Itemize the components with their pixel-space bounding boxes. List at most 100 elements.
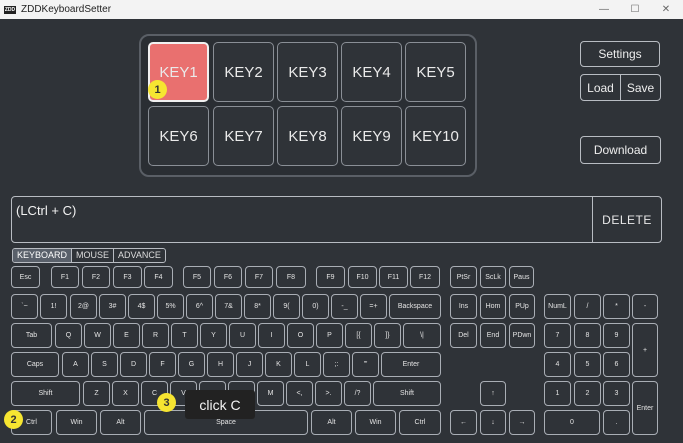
key-numpad-2[interactable]: 2 — [574, 381, 601, 406]
key-numpad-5[interactable]: 5 — [574, 352, 601, 377]
load-button[interactable]: Load — [580, 74, 621, 101]
key-backspace[interactable]: Backspace — [389, 294, 441, 319]
key-f[interactable]: F — [149, 352, 176, 377]
key-5[interactable]: 5% — [157, 294, 184, 319]
key-backslash[interactable]: \| — [403, 323, 441, 348]
key-x[interactable]: X — [112, 381, 139, 406]
settings-button[interactable]: Settings — [580, 41, 660, 67]
key-numpad-multiply[interactable]: * — [603, 294, 630, 319]
key-insert[interactable]: Ins — [450, 294, 477, 319]
key-arrow-down[interactable]: ↓ — [480, 410, 506, 435]
key-f12[interactable]: F12 — [410, 266, 440, 288]
key-delete[interactable]: Del — [450, 323, 477, 348]
key-enter[interactable]: Enter — [381, 352, 441, 377]
key-pause[interactable]: Paus — [509, 266, 534, 288]
key-right-bracket[interactable]: ]} — [374, 323, 401, 348]
key-f6[interactable]: F6 — [214, 266, 242, 288]
key-numpad-3[interactable]: 3 — [603, 381, 630, 406]
key-semicolon[interactable]: ;: — [323, 352, 350, 377]
key-left-alt[interactable]: Alt — [100, 410, 141, 435]
key-numpad-1[interactable]: 1 — [544, 381, 571, 406]
download-button[interactable]: Download — [580, 136, 661, 164]
macro-key-7[interactable]: KEY7 — [213, 106, 274, 166]
key-f5[interactable]: F5 — [183, 266, 211, 288]
key-9[interactable]: 9( — [273, 294, 300, 319]
macro-key-3[interactable]: KEY3 — [277, 42, 338, 102]
key-0[interactable]: 0) — [302, 294, 329, 319]
key-capslock[interactable]: Caps — [11, 352, 59, 377]
macro-key-2[interactable]: KEY2 — [213, 42, 274, 102]
key-f3[interactable]: F3 — [113, 266, 142, 288]
key-z[interactable]: Z — [83, 381, 110, 406]
key-arrow-right[interactable]: → — [509, 410, 535, 435]
key-right-ctrl[interactable]: Ctrl — [399, 410, 441, 435]
macro-key-4[interactable]: KEY4 — [341, 42, 402, 102]
key-a[interactable]: A — [62, 352, 89, 377]
key-left-bracket[interactable]: [{ — [345, 323, 372, 348]
key-numpad-9[interactable]: 9 — [603, 323, 630, 348]
key-arrow-up[interactable]: ↑ — [480, 381, 506, 406]
key-p[interactable]: P — [316, 323, 343, 348]
key-end[interactable]: End — [480, 323, 506, 348]
key-numpad-plus[interactable]: + — [632, 323, 658, 377]
key-3[interactable]: 3# — [99, 294, 126, 319]
key-j[interactable]: J — [236, 352, 263, 377]
key-right-win[interactable]: Win — [355, 410, 396, 435]
key-numpad-minus[interactable]: - — [632, 294, 658, 319]
key-scrolllock[interactable]: ScLk — [480, 266, 506, 288]
close-button[interactable]: ✕ — [653, 0, 679, 19]
key-2[interactable]: 2@ — [70, 294, 97, 319]
macro-key-9[interactable]: KEY9 — [341, 106, 402, 166]
key-d[interactable]: D — [120, 352, 147, 377]
key-o[interactable]: O — [287, 323, 314, 348]
key-w[interactable]: W — [84, 323, 111, 348]
key-h[interactable]: H — [207, 352, 234, 377]
macro-key-6[interactable]: KEY6 — [148, 106, 209, 166]
key-4[interactable]: 4$ — [128, 294, 155, 319]
key-m[interactable]: M — [257, 381, 284, 406]
key-numpad-8[interactable]: 8 — [574, 323, 601, 348]
key-7[interactable]: 7& — [215, 294, 242, 319]
delete-button[interactable]: DELETE — [592, 197, 661, 242]
key-quote[interactable]: '" — [352, 352, 379, 377]
key-u[interactable]: U — [229, 323, 256, 348]
key-f7[interactable]: F7 — [245, 266, 273, 288]
key-g[interactable]: G — [178, 352, 205, 377]
key-f11[interactable]: F11 — [379, 266, 408, 288]
key-equals[interactable]: =+ — [360, 294, 387, 319]
key-comma[interactable]: <, — [286, 381, 313, 406]
tab-advance[interactable]: ADVANCE — [114, 249, 165, 262]
key-esc[interactable]: Esc — [11, 266, 40, 288]
key-tab[interactable]: Tab — [11, 323, 52, 348]
key-f1[interactable]: F1 — [51, 266, 79, 288]
key-6[interactable]: 6^ — [186, 294, 213, 319]
key-pagedown[interactable]: PDwn — [509, 323, 535, 348]
minimize-button[interactable]: — — [591, 0, 617, 19]
maximize-button[interactable]: ☐ — [622, 0, 648, 19]
key-backtick[interactable]: `~ — [11, 294, 38, 319]
key-t[interactable]: T — [171, 323, 198, 348]
key-right-alt[interactable]: Alt — [311, 410, 352, 435]
key-home[interactable]: Hom — [480, 294, 506, 319]
key-minus[interactable]: -_ — [331, 294, 358, 319]
key-numpad-0[interactable]: 0 — [544, 410, 600, 435]
key-numpad-divide[interactable]: / — [574, 294, 601, 319]
key-1[interactable]: 1! — [40, 294, 67, 319]
key-l[interactable]: L — [294, 352, 321, 377]
key-f9[interactable]: F9 — [316, 266, 345, 288]
macro-key-10[interactable]: KEY10 — [405, 106, 466, 166]
key-r[interactable]: R — [142, 323, 169, 348]
key-sequence-display[interactable]: (LCtrl + C) DELETE — [11, 196, 662, 243]
key-q[interactable]: Q — [55, 323, 82, 348]
key-f10[interactable]: F10 — [348, 266, 377, 288]
key-s[interactable]: S — [91, 352, 118, 377]
key-arrow-left[interactable]: ← — [450, 410, 477, 435]
key-f4[interactable]: F4 — [144, 266, 173, 288]
tab-mouse[interactable]: MOUSE — [72, 249, 115, 262]
key-numpad-4[interactable]: 4 — [544, 352, 571, 377]
key-k[interactable]: K — [265, 352, 292, 377]
tab-keyboard[interactable]: KEYBOARD — [13, 249, 73, 262]
key-numpad-7[interactable]: 7 — [544, 323, 571, 348]
macro-key-8[interactable]: KEY8 — [277, 106, 338, 166]
key-slash[interactable]: /? — [344, 381, 371, 406]
